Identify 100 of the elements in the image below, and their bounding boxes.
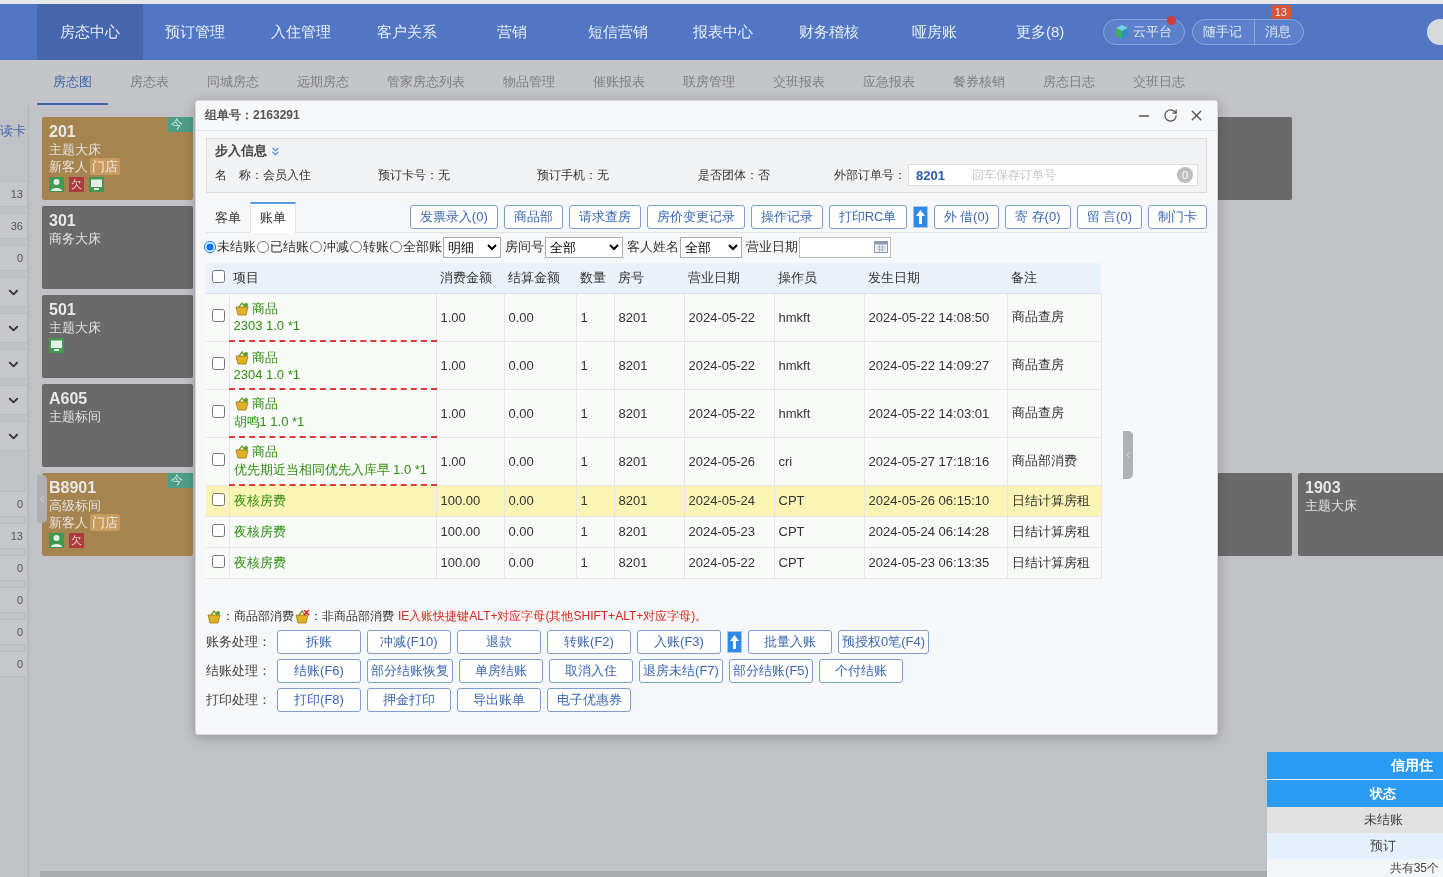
room-card[interactable]: 301 商务大床 [42, 206, 193, 289]
guest-select[interactable]: 全部 [680, 236, 742, 258]
toggle-button[interactable] [0, 349, 28, 379]
radio-label[interactable]: 已结账 [270, 238, 309, 256]
action-button[interactable]: 部分结账(F5) [729, 658, 813, 683]
row-checkbox[interactable] [212, 554, 225, 568]
count-box: 36 [0, 213, 28, 239]
cloud-platform-button[interactable]: 云平台 [1102, 19, 1185, 45]
date-field[interactable] [799, 236, 891, 258]
toolbar-button[interactable]: 请求查房 [568, 205, 641, 229]
upload-arrow-button[interactable] [727, 630, 742, 653]
row-checkbox[interactable] [212, 357, 225, 370]
toolbar-button[interactable]: 发票录入(0) [409, 205, 498, 229]
toggle-button[interactable] [0, 421, 28, 451]
column-header[interactable]: 操作员 [774, 263, 864, 293]
toolbar-button[interactable]: 操作记录 [750, 205, 823, 229]
nav-item[interactable]: 财务稽核 [776, 4, 882, 60]
notes-button[interactable]: 随手记 [1192, 20, 1254, 44]
radio-button[interactable] [257, 241, 269, 253]
action-button[interactable]: 转账(F2) [547, 629, 631, 654]
room-card[interactable]: 501 主题大床 [42, 295, 193, 378]
messages-button[interactable]: 消息 [1253, 20, 1303, 44]
horizontal-scrollbar[interactable] [40, 871, 1267, 877]
action-button[interactable]: 个付结账 [819, 658, 903, 683]
radio-label[interactable]: 未结账 [217, 238, 256, 256]
row-checkbox[interactable] [212, 405, 225, 418]
toolbar-button[interactable]: 留 言(0) [1076, 205, 1142, 229]
action-button[interactable]: 导出账单 [457, 687, 541, 712]
room-card[interactable]: A605 主题标间 [42, 384, 193, 467]
column-header[interactable]: 数量 [576, 263, 614, 293]
action-button[interactable]: 部分结账恢复 [367, 658, 453, 683]
count-box: 0 [0, 555, 28, 581]
toolbar-button[interactable]: 商品部 [503, 205, 563, 229]
column-header[interactable]: 结算金额 [504, 263, 576, 293]
tab[interactable]: 账单 [250, 201, 296, 233]
detail-select[interactable]: 明细 [443, 236, 501, 258]
action-button[interactable]: 结账(F6) [277, 658, 361, 683]
action-button[interactable]: 押金打印 [367, 687, 451, 712]
nav-item[interactable]: 营销 [459, 4, 565, 60]
column-header[interactable]: 消费金额 [436, 263, 504, 293]
radio-label[interactable]: 全部账 [403, 238, 442, 256]
nav-item[interactable]: 哑房账 [881, 4, 988, 60]
status-row[interactable]: 未结账 [1267, 807, 1443, 833]
collapse-handle[interactable] [1123, 431, 1133, 479]
nav-item[interactable]: 预订管理 [142, 4, 249, 60]
tab[interactable]: 客单 [206, 201, 250, 233]
table-cell: 100.00 [436, 516, 504, 547]
radio-button[interactable] [390, 241, 402, 253]
toggle-button[interactable] [0, 313, 28, 343]
row-checkbox[interactable] [212, 523, 225, 537]
nav-item[interactable]: 报表中心 [670, 4, 777, 60]
column-header[interactable]: 项目 [229, 263, 436, 293]
room-card[interactable]: B8901 高级标间 新客人 门店 欠 今 [42, 473, 193, 556]
action-button[interactable]: 拆账 [277, 629, 361, 654]
action-button[interactable]: 单房结账 [459, 658, 543, 683]
action-button[interactable]: 退款 [457, 629, 541, 654]
toolbar-button[interactable]: 打印RC单 [828, 205, 907, 229]
action-button[interactable]: 打印(F8) [277, 687, 361, 712]
action-button[interactable]: 预授权0笔(F4) [838, 629, 930, 654]
nav-item[interactable]: 更多(8) [987, 4, 1093, 60]
room-card[interactable]: 201 主题大床 新客人 门店 欠 今 [42, 117, 193, 200]
column-header[interactable]: 房号 [614, 263, 684, 293]
action-button[interactable]: 电子优惠券 [547, 687, 631, 712]
status-row[interactable]: 预订 [1267, 833, 1443, 859]
radio-button[interactable] [350, 241, 362, 253]
action-button[interactable]: 入账(F3) [637, 629, 721, 654]
order-number-input[interactable]: 8201 [914, 166, 970, 184]
row-checkbox[interactable] [212, 309, 225, 322]
action-button[interactable]: 冲减(F10) [367, 629, 451, 654]
radio-label[interactable]: 冲减 [323, 238, 349, 256]
nav-item[interactable]: 房态中心 [37, 4, 143, 60]
upload-arrow-button[interactable] [912, 206, 928, 228]
room-card[interactable]: 1903 主题大床 [1298, 473, 1443, 556]
toggle-button[interactable] [0, 385, 28, 415]
column-header[interactable]: 备注 [1007, 263, 1101, 293]
nav-item[interactable]: 短信营销 [564, 4, 671, 60]
radio-button[interactable] [310, 241, 322, 253]
radio-button[interactable] [204, 241, 216, 253]
sub-nav-tab[interactable]: 房态图 [37, 60, 108, 105]
action-button[interactable]: 批量入账 [748, 629, 832, 654]
radio-label[interactable]: 转账 [363, 238, 389, 256]
nav-item[interactable]: 入住管理 [248, 4, 354, 60]
select-all-checkbox[interactable] [212, 269, 225, 283]
collapse-handle[interactable] [37, 475, 47, 523]
row-checkbox[interactable] [212, 453, 225, 466]
table-cell: 1.00 [436, 437, 504, 485]
calendar-icon[interactable] [874, 241, 888, 253]
toolbar-button[interactable]: 寄 存(0) [1005, 205, 1071, 229]
action-button[interactable]: 退房未结(F7) [639, 658, 723, 683]
toolbar-button[interactable]: 外 借(0) [933, 205, 999, 229]
room-select[interactable]: 全部 [545, 236, 623, 258]
row-checkbox[interactable] [212, 492, 225, 506]
nav-item[interactable]: 客户关系 [353, 4, 460, 60]
action-button[interactable]: 取消入住 [549, 658, 633, 683]
toolbar-button[interactable]: 房价变更记录 [646, 205, 745, 229]
column-header[interactable]: 营业日期 [684, 263, 774, 293]
toolbar-button[interactable]: 制门卡 [1148, 205, 1207, 229]
toggle-button[interactable] [0, 277, 28, 307]
column-header[interactable]: 发生日期 [864, 263, 1007, 293]
read-card-link[interactable]: 读卡 [0, 122, 28, 140]
